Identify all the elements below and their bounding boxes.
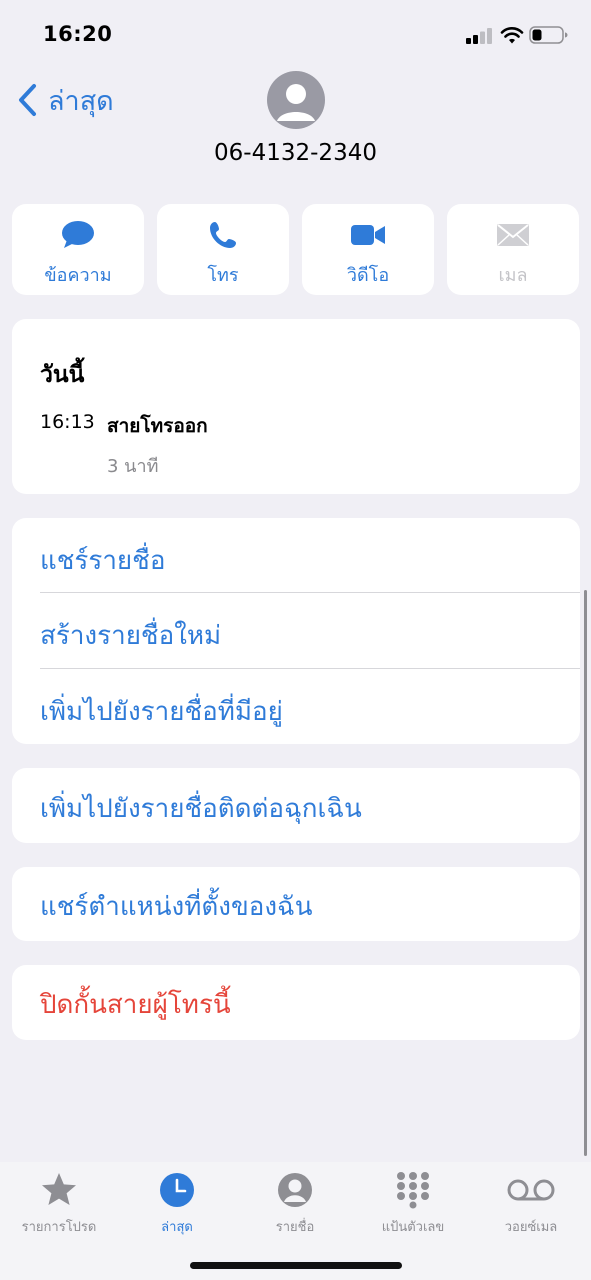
tab-favorites-label: รายการโปรด [21, 1220, 97, 1235]
star-icon [42, 1173, 76, 1205]
voicemail-icon [507, 1179, 555, 1201]
avatar[interactable] [267, 71, 325, 129]
chevron-left-icon [19, 84, 36, 116]
divider [40, 592, 580, 593]
contact-phone-number: 06-4132-2340 [214, 140, 377, 166]
tab-keypad-label: แป้นตัวเลข [381, 1220, 445, 1235]
add-emergency-contact-button[interactable]: เพิ่มไปยังรายชื่อติดต่อฉุกเฉิน [40, 788, 362, 829]
tab-voicemail-label: วอยซ์เมล [504, 1220, 558, 1235]
message-icon [62, 221, 94, 248]
mail-button[interactable]: เมล [447, 204, 579, 295]
tab-contacts-label: รายชื่อ [275, 1220, 315, 1235]
wifi-icon [500, 27, 524, 44]
call-history-card: วันนี้ 16:13 สายโทรออก 3 นาที [12, 319, 580, 494]
contact-options-card: แชร์รายชื่อ สร้างรายชื่อใหม่ เพิ่มไปยังร… [12, 518, 580, 744]
mail-icon [497, 224, 529, 246]
add-to-existing-contact-button[interactable]: เพิ่มไปยังรายชื่อที่มีอยู่ [40, 691, 283, 732]
call-duration: 3 นาที [107, 456, 159, 477]
video-icon [351, 225, 385, 245]
call-button[interactable]: โทร [157, 204, 289, 295]
tab-keypad[interactable]: แป้นตัวเลข [354, 1170, 472, 1240]
clock-icon [160, 1173, 194, 1207]
phone-icon [210, 222, 236, 248]
home-indicator[interactable] [190, 1262, 402, 1269]
tab-voicemail[interactable]: วอยซ์เมล [472, 1170, 590, 1240]
tab-recents-label: ล่าสุด [161, 1220, 193, 1235]
tab-recents[interactable]: ล่าสุด [118, 1170, 236, 1240]
tab-favorites[interactable]: รายการโปรด [0, 1170, 118, 1240]
block-caller-button[interactable]: ปิดกั้นสายผู้โทรนี้ [40, 984, 231, 1025]
call-type: สายโทรออก [107, 415, 208, 437]
status-bar: 16:20 [0, 0, 591, 70]
status-time: 16:20 [43, 22, 113, 46]
emergency-contact-card: เพิ่มไปยังรายชื่อติดต่อฉุกเฉิน [12, 768, 580, 843]
mail-button-label: เมล [498, 265, 528, 286]
scrollbar[interactable] [584, 590, 587, 1156]
back-button[interactable]: ล่าสุด [16, 80, 114, 120]
battery-icon [529, 26, 568, 44]
video-button[interactable]: วิดีโอ [302, 204, 434, 295]
create-new-contact-button[interactable]: สร้างรายชื่อใหม่ [40, 615, 221, 656]
message-button[interactable]: ข้อความ [12, 204, 144, 295]
person-circle-icon [278, 1173, 312, 1207]
divider [40, 668, 580, 669]
back-label: ล่าสุด [48, 85, 114, 117]
message-button-label: ข้อความ [44, 265, 112, 286]
history-date-heading: วันนี้ [40, 362, 85, 388]
share-contact-button[interactable]: แชร์รายชื่อ [40, 540, 165, 581]
call-time: 16:13 [40, 411, 95, 433]
block-caller-card: ปิดกั้นสายผู้โทรนี้ [12, 965, 580, 1040]
share-location-button[interactable]: แชร์ตำแหน่งที่ตั้งของฉัน [40, 886, 313, 927]
call-button-label: โทร [207, 265, 239, 286]
tab-contacts[interactable]: รายชื่อ [236, 1170, 354, 1240]
person-icon [277, 84, 315, 121]
cellular-signal-icon [466, 28, 492, 44]
keypad-icon [397, 1172, 429, 1209]
video-button-label: วิดีโอ [346, 265, 390, 286]
share-location-card: แชร์ตำแหน่งที่ตั้งของฉัน [12, 867, 580, 941]
